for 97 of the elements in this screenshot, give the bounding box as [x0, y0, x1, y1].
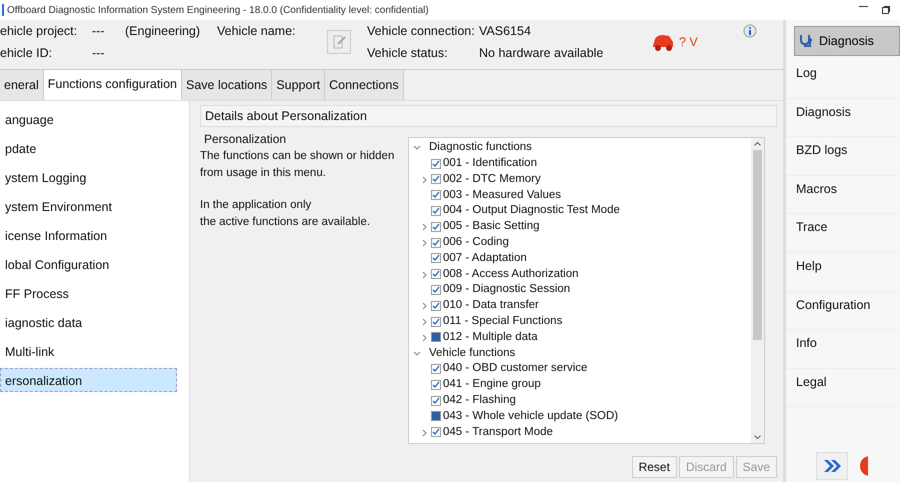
menu-item[interactable]: Trace: [786, 214, 900, 253]
checkbox[interactable]: [431, 222, 441, 232]
tree-item-label[interactable]: 002 - DTC Memory: [443, 170, 541, 188]
checkbox[interactable]: [431, 269, 441, 280]
expand-icon[interactable]: [420, 301, 428, 310]
menu-item[interactable]: Configuration: [786, 292, 900, 330]
menu-item[interactable]: Help: [786, 252, 900, 292]
tree-item-label[interactable]: 005 - Basic Setting: [443, 218, 540, 236]
scroll-up-icon[interactable]: [754, 141, 761, 146]
expand-icon[interactable]: [420, 174, 428, 184]
menu-item[interactable]: Macros: [786, 176, 900, 214]
tree-item-label[interactable]: 004 - Output Diagnostic Test Mode: [443, 202, 620, 220]
description-text: In the application only: [200, 198, 312, 212]
field-value: No hardware available: [479, 44, 604, 62]
tree-item-label[interactable]: 041 - Engine group: [443, 376, 541, 394]
sidebar-item[interactable]: FF Process: [0, 281, 177, 305]
field-value: VAS6154: [479, 22, 532, 40]
tree-item-label[interactable]: 042 - Flashing: [443, 392, 516, 410]
car-icon: [651, 32, 675, 52]
collapse-icon[interactable]: [412, 348, 420, 358]
expand-icon[interactable]: [420, 332, 428, 342]
restore-icon[interactable]: [882, 6, 890, 14]
sidebar-item[interactable]: ersonalization: [0, 368, 177, 392]
expand-icon[interactable]: [420, 270, 428, 279]
voltage-reading: ? V: [679, 34, 698, 51]
section-title: Personalization: [203, 131, 286, 148]
tree-item-label[interactable]: 003 - Measured Values: [443, 186, 562, 204]
tree-item-label[interactable]: 011 - Special Functions: [443, 313, 562, 330]
tree-item-label[interactable]: 045 - Transport Mode: [443, 424, 553, 441]
tree-item-label[interactable]: 001 - Identification: [443, 155, 537, 172]
sidebar-item[interactable]: iagnostic data: [0, 310, 177, 334]
menu-item[interactable]: Legal: [786, 368, 900, 408]
checkbox[interactable]: [431, 427, 441, 438]
tree-group-label[interactable]: Diagnostic functions: [429, 139, 532, 157]
checkbox[interactable]: [431, 238, 441, 248]
checkbox[interactable]: [431, 364, 441, 374]
info-icon[interactable]: [743, 24, 757, 38]
checkbox[interactable]: [431, 396, 441, 406]
description-text: the active functions are available.: [200, 214, 372, 230]
tree-item-label[interactable]: 007 - Adaptation: [443, 250, 527, 268]
tab[interactable]: Functions configuration: [44, 70, 182, 100]
tree-item-label[interactable]: 010 - Data transfer: [443, 297, 539, 314]
sidebar-item[interactable]: anguage: [0, 107, 177, 131]
sidebar-item[interactable]: Multi-link: [0, 339, 177, 363]
tree-item-label[interactable]: 006 - Coding: [443, 234, 509, 252]
field-value: (Engineering): [125, 22, 202, 40]
field-label: Vehicle connection:: [367, 22, 476, 40]
menu-item[interactable]: Diagnosis: [786, 98, 900, 138]
tree-item-label[interactable]: 008 - Access Authorization: [443, 266, 579, 283]
stethoscope-icon: [799, 34, 815, 48]
checkbox[interactable]: [431, 206, 441, 216]
minimize-icon[interactable]: [859, 6, 868, 8]
sidebar-item[interactable]: lobal Configuration: [0, 252, 177, 276]
menu-item[interactable]: Log: [786, 60, 900, 99]
checkbox[interactable]: [431, 300, 441, 311]
window-title: Offboard Diagnostic Information System Engineering - 18.0.0 (Confidentiality level: confidential): [7, 4, 429, 18]
field-value: ---: [92, 44, 106, 62]
sidebar-item[interactable]: icense Information: [0, 223, 177, 247]
expand-icon[interactable]: [420, 222, 428, 232]
double-chevron-icon: [823, 459, 841, 473]
menu-item[interactable]: BZD logs: [786, 137, 900, 176]
field-label: Vehicle name:: [217, 22, 297, 40]
expand-icon[interactable]: [420, 317, 428, 326]
collapse-icon[interactable]: [412, 143, 420, 152]
description-text: The functions can be shown or hidden from usage in this menu.: [200, 149, 396, 182]
menu-item[interactable]: Info: [786, 330, 900, 369]
sidebar-item[interactable]: ystem Logging: [0, 165, 177, 189]
tree-item-label[interactable]: 043 - Whole vehicle update (SOD): [443, 408, 618, 426]
checkbox[interactable]: [431, 253, 441, 264]
sidebar-item[interactable]: pdate: [0, 136, 177, 160]
expand-icon[interactable]: [420, 428, 428, 437]
field-label: ehicle project:: [0, 22, 78, 40]
tab[interactable]: Connections: [325, 70, 404, 100]
panel-header: Details about Personalization: [200, 105, 777, 127]
scroll-down-icon[interactable]: [754, 435, 761, 440]
checkbox[interactable]: [431, 158, 441, 169]
field-label: Vehicle status:: [367, 44, 449, 62]
checkbox[interactable]: [431, 380, 441, 390]
sidebar-item[interactable]: ystem Environment: [0, 194, 177, 218]
mode-button[interactable]: Diagnosis: [794, 26, 900, 56]
checkbox[interactable]: [431, 316, 441, 327]
checkbox[interactable]: [431, 285, 441, 296]
tree-item-label[interactable]: 009 - Diagnostic Session: [443, 281, 570, 299]
tab[interactable]: Support: [272, 70, 326, 100]
scrollbar-thumb[interactable]: [753, 150, 762, 340]
field-value: ---: [92, 22, 106, 40]
checkbox[interactable]: [431, 190, 441, 200]
tab[interactable]: eneral: [0, 70, 44, 100]
field-label: ehicle ID:: [0, 44, 54, 62]
tab[interactable]: Save locations: [182, 70, 272, 100]
tree-item-label[interactable]: 012 - Multiple data: [443, 328, 538, 346]
checkbox[interactable]: [431, 174, 441, 184]
forward-button[interactable]: [816, 452, 848, 480]
tree-item-label[interactable]: 040 - OBD customer service: [443, 360, 588, 378]
action-button[interactable]: Reset: [632, 456, 677, 478]
tree-group-label[interactable]: Vehicle functions: [429, 344, 516, 362]
expand-icon[interactable]: [420, 238, 428, 248]
